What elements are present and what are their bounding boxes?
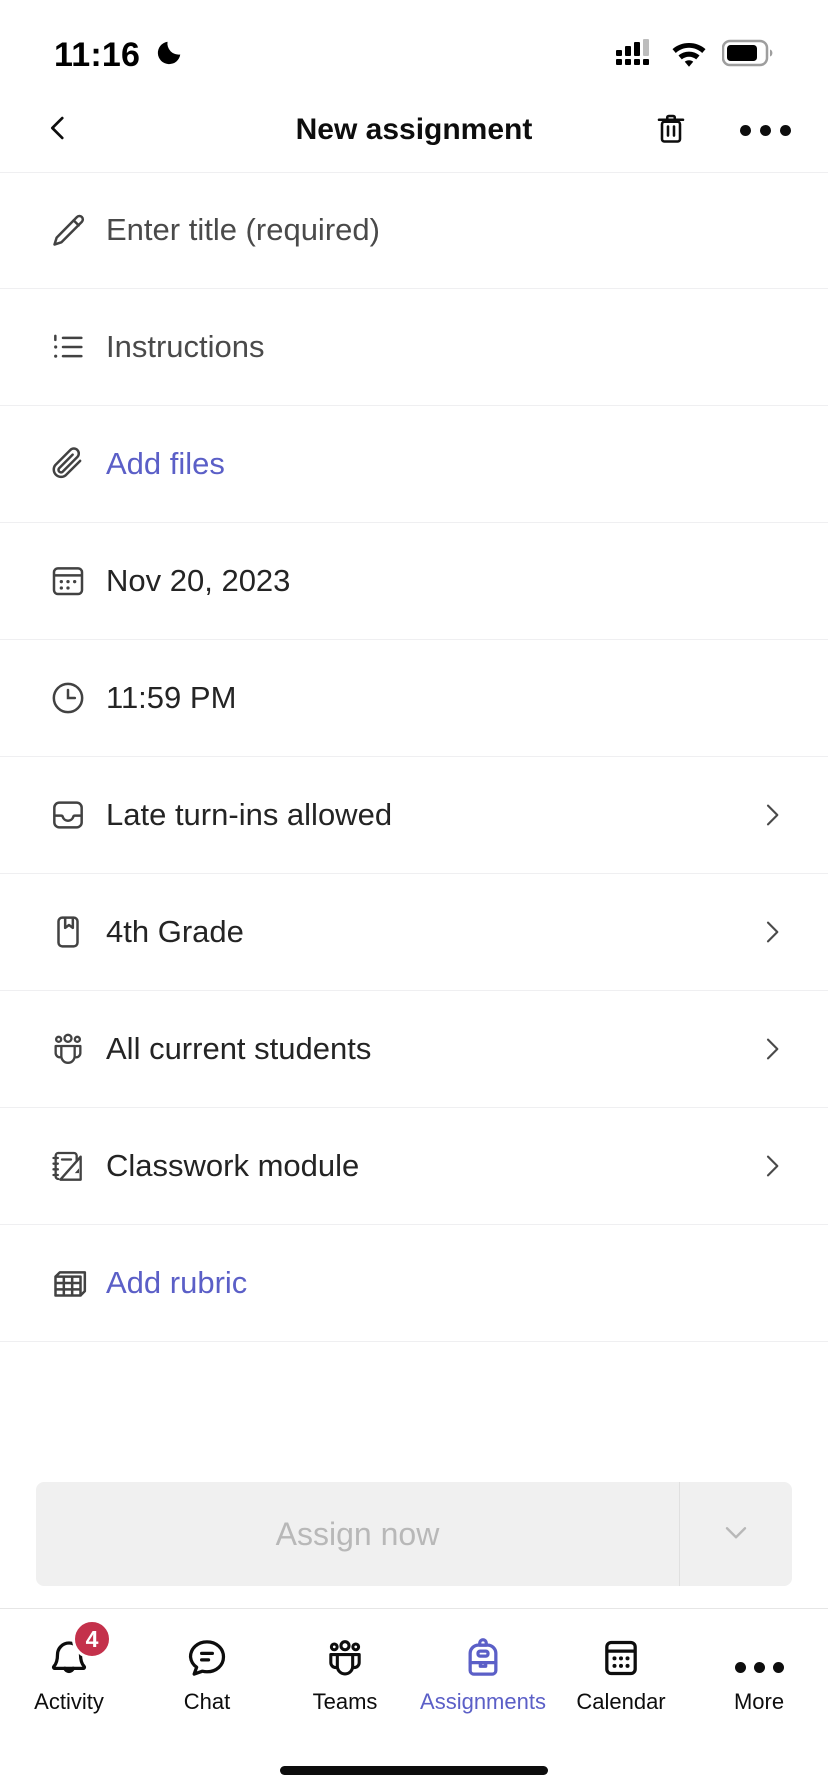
book-icon: [30, 912, 106, 952]
paperclip-icon: [30, 444, 106, 484]
cellular-signal-icon: [616, 38, 656, 73]
assignment-form-list[interactable]: Enter title (required) Instructions Add …: [0, 172, 828, 1608]
status-time: 11:16: [54, 36, 141, 74]
more-options-button[interactable]: [738, 103, 792, 157]
row-label: All current students: [106, 1030, 372, 1066]
title-field[interactable]: Enter title (required): [0, 172, 828, 289]
tab-calendar[interactable]: Calendar: [552, 1629, 690, 1713]
row-label: Instructions: [106, 328, 265, 364]
assign-options-button[interactable]: [680, 1482, 792, 1586]
row-label: 4th Grade: [106, 913, 244, 949]
classwork-module-row[interactable]: Classwork module: [0, 1108, 828, 1225]
clock-icon: [30, 678, 106, 718]
status-bar: 11:16: [0, 0, 828, 88]
row-label: Enter title (required): [106, 212, 380, 248]
wifi-icon: [670, 39, 708, 72]
assign-now-button[interactable]: Assign now: [36, 1482, 679, 1586]
bottom-tab-bar: 4 Activity Chat Teams Assignments Calend…: [0, 1608, 828, 1748]
pencil-icon: [30, 211, 106, 251]
tab-label: Teams: [312, 1689, 378, 1714]
assign-split-button[interactable]: Assign now: [36, 1482, 792, 1586]
chevron-down-icon: [718, 1514, 754, 1555]
tab-label: Activity: [34, 1689, 104, 1714]
calendar-icon: [598, 1629, 644, 1681]
delete-button[interactable]: [644, 103, 698, 157]
tab-more[interactable]: More: [690, 1629, 828, 1713]
header-actions: [644, 103, 792, 157]
phone-screen: 11:16 New assignment Enter title (requir…: [0, 0, 828, 1792]
add-rubric-row[interactable]: Add rubric: [0, 1225, 828, 1342]
row-label: Add rubric: [106, 1264, 248, 1300]
chevron-right-icon[interactable]: [752, 1150, 792, 1182]
class-row[interactable]: 4th Grade: [0, 874, 828, 991]
classwork-icon: [30, 1146, 106, 1186]
bell-icon: 4: [46, 1619, 112, 1681]
due-time-row[interactable]: 11:59 PM: [0, 640, 828, 757]
tab-label: Calendar: [576, 1689, 666, 1714]
people-icon: [30, 1029, 106, 1069]
assign-action-bar: Assign now: [0, 1460, 828, 1608]
tab-assignments[interactable]: Assignments: [414, 1629, 552, 1713]
status-bar-right: [616, 38, 776, 73]
row-label: Add files: [106, 445, 225, 481]
tab-chat[interactable]: Chat: [138, 1629, 276, 1713]
list-icon: [30, 327, 106, 367]
more-horizontal-icon: [734, 1629, 784, 1681]
app-header: New assignment: [0, 88, 828, 172]
assign-to-row[interactable]: All current students: [0, 991, 828, 1108]
more-horizontal-icon: [739, 124, 791, 136]
back-button[interactable]: [30, 102, 86, 158]
chevron-right-icon[interactable]: [752, 1033, 792, 1065]
calendar-icon: [30, 561, 106, 601]
crescent-moon-icon: [154, 38, 184, 73]
late-turnins-row[interactable]: Late turn-ins allowed: [0, 757, 828, 874]
home-indicator[interactable]: [280, 1765, 548, 1775]
inbox-icon: [30, 795, 106, 835]
backpack-icon: [460, 1629, 506, 1681]
home-indicator-area: [0, 1748, 828, 1792]
chevron-right-icon[interactable]: [752, 916, 792, 948]
tab-label: More: [733, 1689, 785, 1714]
battery-icon: [721, 39, 776, 72]
status-bar-left: 11:16: [54, 38, 184, 73]
row-label: 11:59 PM: [106, 679, 237, 715]
tab-teams[interactable]: Teams: [276, 1629, 414, 1713]
row-label: Nov 20, 2023: [106, 562, 291, 598]
row-label: Classwork module: [106, 1147, 360, 1183]
people-icon: [322, 1629, 368, 1681]
tab-activity[interactable]: 4 Activity: [0, 1619, 138, 1714]
chat-icon: [184, 1629, 230, 1681]
trash-icon: [653, 110, 689, 151]
instructions-field[interactable]: Instructions: [0, 289, 828, 406]
grid-icon: [30, 1263, 106, 1303]
due-date-row[interactable]: Nov 20, 2023: [0, 523, 828, 640]
tab-label: Assignments: [420, 1689, 546, 1714]
chevron-left-icon: [41, 111, 75, 150]
status-badge: 4: [72, 1619, 112, 1659]
tab-label: Chat: [183, 1689, 231, 1714]
chevron-right-icon[interactable]: [752, 799, 792, 831]
row-label: Late turn-ins allowed: [106, 796, 393, 832]
add-files-row[interactable]: Add files: [0, 406, 828, 523]
